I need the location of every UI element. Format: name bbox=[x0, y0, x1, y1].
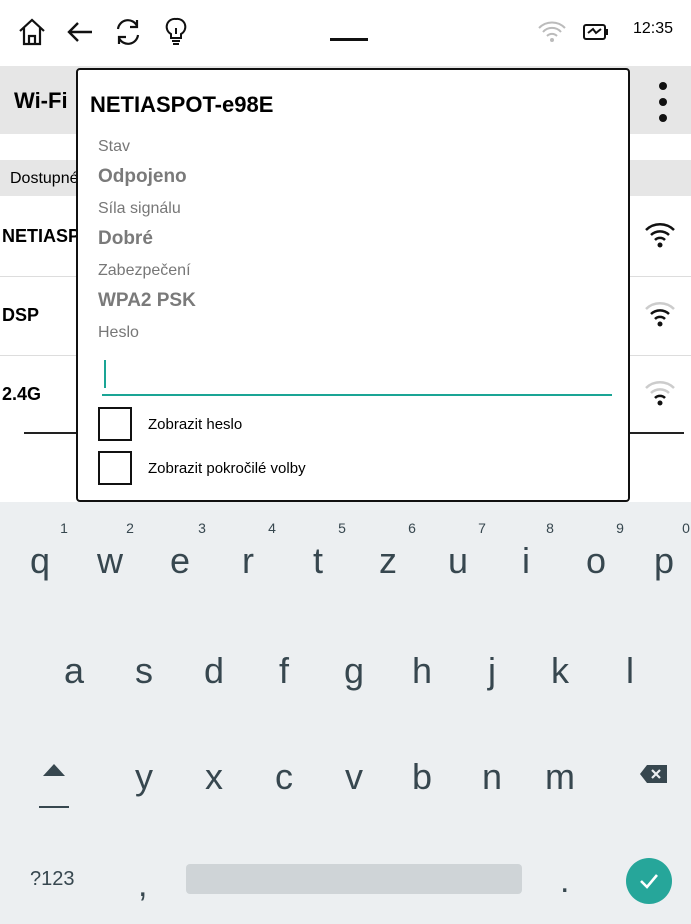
network-name: DSP bbox=[2, 305, 40, 325]
show-password-checkbox[interactable] bbox=[98, 407, 132, 441]
page-title: Wi-Fi bbox=[14, 88, 68, 113]
network-name: 2.4G bbox=[2, 384, 42, 404]
key-g[interactable]: g bbox=[324, 650, 384, 692]
key-z[interactable]: z bbox=[358, 540, 418, 582]
show-advanced-checkbox[interactable] bbox=[98, 451, 132, 485]
backspace-icon bbox=[640, 765, 667, 783]
key-hint: 7 bbox=[478, 520, 486, 536]
lightbulb-icon[interactable] bbox=[156, 12, 196, 52]
key-u[interactable]: u bbox=[428, 540, 488, 582]
key-hint: 4 bbox=[268, 520, 276, 536]
signal-value: Dobré bbox=[98, 228, 153, 249]
key-q[interactable]: q bbox=[10, 540, 70, 582]
key-f[interactable]: f bbox=[254, 650, 314, 692]
overflow-menu-icon[interactable] bbox=[653, 82, 673, 122]
key-j[interactable]: j bbox=[462, 650, 522, 692]
battery-charging-icon bbox=[576, 12, 616, 52]
password-input[interactable] bbox=[102, 352, 612, 396]
home-icon[interactable] bbox=[12, 12, 52, 52]
key-d[interactable]: d bbox=[184, 650, 244, 692]
refresh-icon[interactable] bbox=[108, 12, 148, 52]
period-key[interactable]: . bbox=[560, 862, 569, 901]
key-t[interactable]: t bbox=[288, 540, 348, 582]
key-l[interactable]: l bbox=[600, 650, 660, 692]
key-y[interactable]: y bbox=[114, 756, 174, 798]
key-i[interactable]: i bbox=[496, 540, 556, 582]
key-x[interactable]: x bbox=[184, 756, 244, 798]
key-hint: 0 bbox=[682, 520, 690, 536]
security-value: WPA2 PSK bbox=[98, 290, 196, 311]
key-e[interactable]: e bbox=[150, 540, 210, 582]
done-key[interactable] bbox=[626, 858, 672, 904]
back-arrow-icon[interactable] bbox=[60, 12, 100, 52]
key-hint: 5 bbox=[338, 520, 346, 536]
key-c[interactable]: c bbox=[254, 756, 314, 798]
key-a[interactable]: a bbox=[44, 650, 104, 692]
key-b[interactable]: b bbox=[392, 756, 452, 798]
key-hint: 1 bbox=[60, 520, 68, 536]
checkmark-icon bbox=[640, 874, 658, 889]
shift-key[interactable] bbox=[34, 760, 74, 816]
wifi-icon bbox=[532, 12, 572, 52]
key-hint: 9 bbox=[616, 520, 624, 536]
key-k[interactable]: k bbox=[530, 650, 590, 692]
key-n[interactable]: n bbox=[462, 756, 522, 798]
status-value: Odpojeno bbox=[98, 166, 187, 187]
key-o[interactable]: o bbox=[566, 540, 626, 582]
key-hint: 2 bbox=[126, 520, 134, 536]
status-bar: 12:35 bbox=[0, 0, 691, 64]
status-label: Stav bbox=[98, 138, 131, 155]
clock: 12:35 bbox=[632, 20, 673, 37]
security-label: Zabezpečení bbox=[98, 262, 191, 279]
key-w[interactable]: w bbox=[80, 540, 140, 582]
key-r[interactable]: r bbox=[218, 540, 278, 582]
symbols-key[interactable]: ?123 bbox=[30, 868, 75, 891]
shift-icon bbox=[39, 764, 69, 808]
show-advanced-row[interactable]: Zobrazit pokročilé volby bbox=[98, 450, 306, 486]
wifi-signal-strong-icon bbox=[645, 223, 675, 248]
key-h[interactable]: h bbox=[392, 650, 452, 692]
backspace-key[interactable] bbox=[638, 762, 670, 786]
key-p[interactable]: p bbox=[634, 540, 691, 582]
text-cursor bbox=[104, 360, 106, 388]
password-label: Heslo bbox=[98, 324, 139, 341]
key-hint: 8 bbox=[546, 520, 554, 536]
key-s[interactable]: s bbox=[114, 650, 174, 692]
dialog-title: NETIASPOT-e98E bbox=[90, 92, 274, 117]
show-password-row[interactable]: Zobrazit heslo bbox=[98, 406, 242, 442]
notification-handle[interactable] bbox=[330, 38, 368, 41]
key-hint: 3 bbox=[198, 520, 206, 536]
comma-key[interactable]: , bbox=[138, 866, 147, 905]
show-password-label: Zobrazit heslo bbox=[148, 415, 243, 433]
wifi-signal-medium-icon bbox=[645, 302, 675, 327]
network-dialog: NETIASPOT-e98E Stav Odpojeno Síla signál… bbox=[76, 68, 630, 502]
key-v[interactable]: v bbox=[324, 756, 384, 798]
spacebar[interactable] bbox=[186, 864, 522, 894]
signal-label: Síla signálu bbox=[98, 200, 181, 217]
show-advanced-label: Zobrazit pokročilé volby bbox=[148, 459, 306, 477]
key-hint: 6 bbox=[408, 520, 416, 536]
soft-keyboard: 1 2 3 4 5 6 7 8 9 0 q w e r t z u i o p … bbox=[0, 502, 691, 924]
wifi-signal-weak-icon bbox=[645, 381, 675, 406]
key-m[interactable]: m bbox=[530, 756, 590, 798]
